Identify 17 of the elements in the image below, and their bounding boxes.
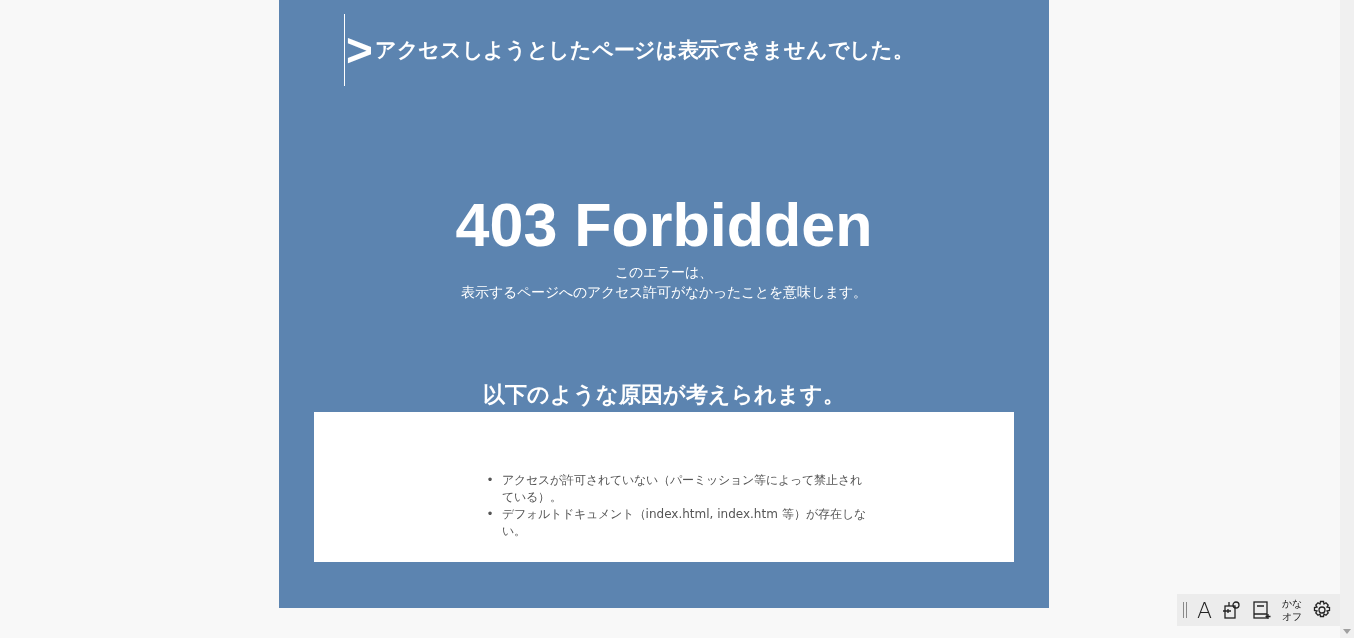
error-description: 表示するページへのアクセス許可がなかったことを意味します。 (461, 283, 867, 302)
dictionary-add-icon[interactable] (1252, 600, 1272, 620)
causes-heading: 以下のような原因が考えられます。 (483, 381, 845, 409)
chevron-mark: > (346, 27, 373, 73)
bullet: • (486, 472, 494, 489)
toolbox-icon[interactable] (1222, 600, 1242, 620)
cause-item: アクセスが許可されていない（パーミッション等によって禁止されている）。 (501, 472, 863, 506)
settings-icon[interactable] (1312, 600, 1332, 620)
bullet: • (486, 506, 494, 523)
cause-item: デフォルトドキュメント（index.html, index.htm 等）が存在しない。 (501, 506, 867, 540)
error-heading: 403 Forbidden (455, 190, 873, 260)
error-description: このエラーは、 (615, 263, 713, 282)
kana-toggle-button[interactable]: かな オフ (1282, 597, 1302, 623)
page-title: アクセスしようとしたページは表示できませんでした。 (374, 37, 914, 64)
input-mode-button[interactable]: A (1196, 597, 1212, 623)
scrollbar[interactable] (1340, 0, 1354, 638)
grip-handle[interactable] (1182, 602, 1187, 618)
